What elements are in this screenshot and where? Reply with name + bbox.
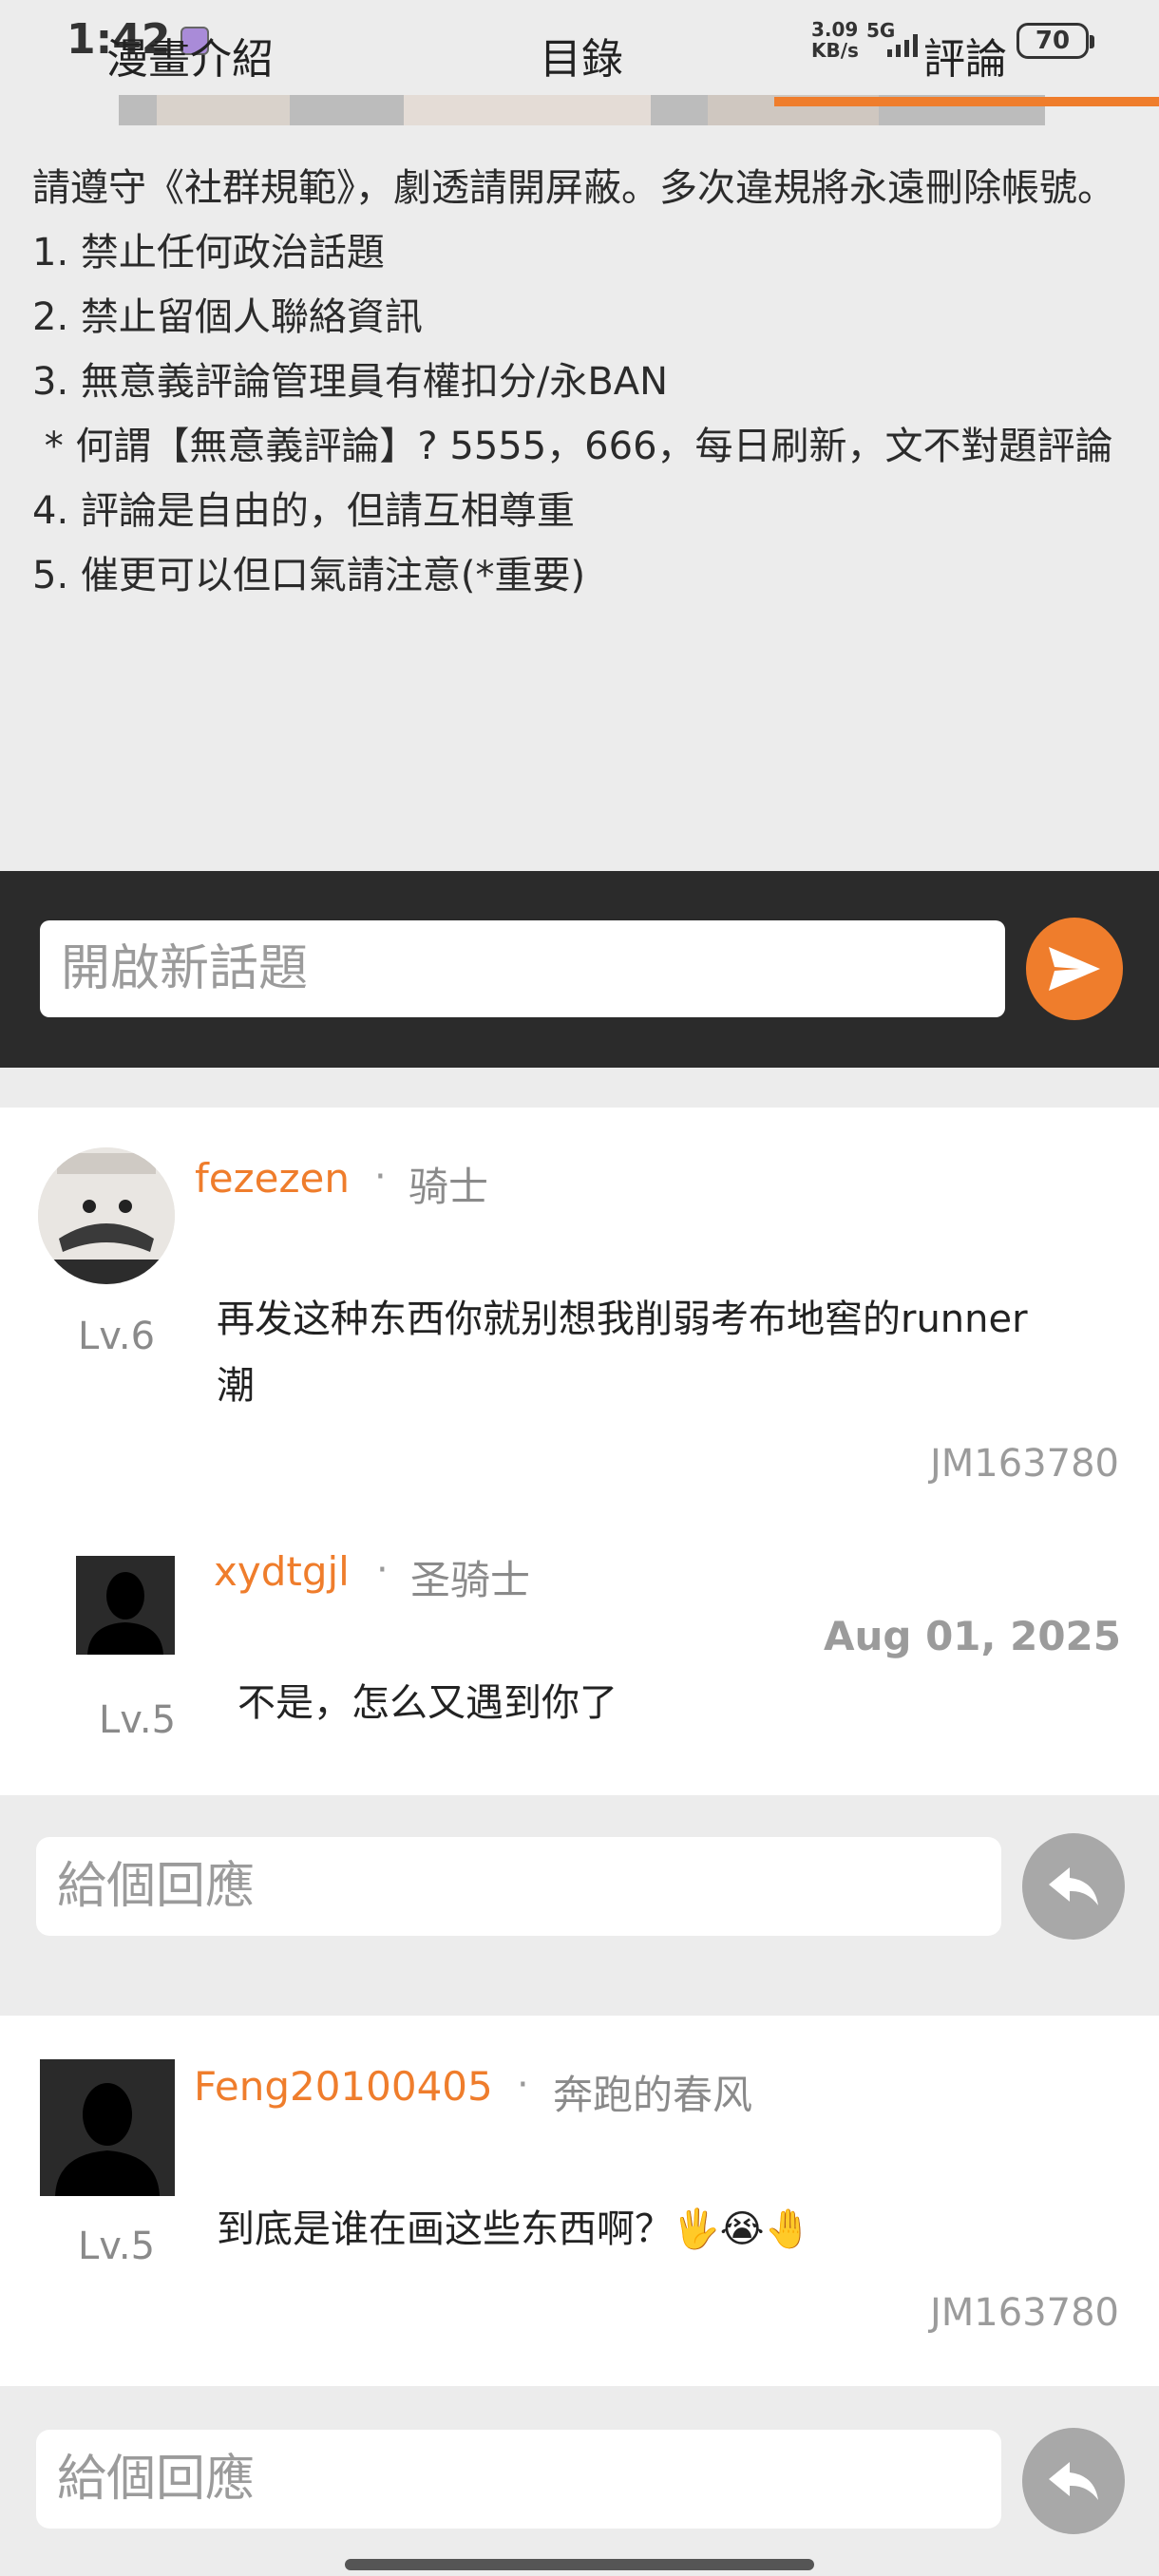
reply-user-level: Lv.5 (99, 1698, 177, 1742)
comment-card: fezezen · 骑士 Lv.6 再发这种东西你就别想我削弱考布地窖的runn… (0, 1108, 1159, 1795)
reply-button[interactable] (1022, 1833, 1125, 1940)
avatar[interactable] (40, 2059, 175, 2196)
reply-input[interactable] (36, 2430, 1001, 2529)
rule-item: 5. 催更可以但口氣請注意(*重要) (32, 554, 586, 597)
reply-date: Aug 01, 2025 (823, 1613, 1121, 1659)
tab-comic-intro[interactable]: 漫畫介紹 (106, 25, 274, 85)
tab-table-of-contents[interactable]: 目錄 (540, 25, 623, 85)
user-rank: 奔跑的春风 (553, 2072, 753, 2118)
user-avatar-icon (38, 1147, 175, 1284)
tab-comments[interactable]: 評論 (923, 25, 1007, 85)
default-avatar-icon (76, 1556, 175, 1655)
network-speed: 3.09 KB/s (811, 19, 859, 61)
speed-unit: KB/s (811, 39, 859, 62)
rule-item: 1. 禁止任何政治話題 (32, 231, 385, 275)
send-button[interactable] (1026, 918, 1123, 1020)
speed-value: 3.09 (811, 18, 859, 41)
user-rank: 骑士 (408, 1164, 489, 1210)
reply-text: 不是，怎么又遇到你了 (238, 1681, 618, 1725)
reply-input[interactable] (36, 1837, 1001, 1936)
reply-button[interactable] (1022, 2428, 1125, 2534)
rule-item: 4. 評論是自由的，但請互相尊重 (32, 489, 575, 533)
send-icon (1049, 947, 1100, 991)
signal-icon (887, 32, 918, 57)
comment-text: 再发这种东西你就别想我削弱考布地窖的runner潮 (217, 1297, 1028, 1408)
new-topic-bar (0, 871, 1159, 1068)
rule-item: 3. 無意義評論管理員有權扣分/永BAN (32, 360, 669, 404)
comic-id: JM163780 (929, 2291, 1119, 2335)
new-topic-input[interactable] (40, 920, 1005, 1017)
reply-box (0, 1795, 1159, 2016)
reply-icon (1049, 2462, 1098, 2500)
default-avatar-icon (40, 2059, 175, 2196)
active-tab-indicator (774, 97, 1159, 106)
reply-username[interactable]: xydtgjl (214, 1548, 350, 1595)
top-bar: 1:42 3.09 KB/s 5G 70 漫畫介紹 目錄 評論 (0, 0, 1159, 125)
separator-dot: · (376, 1548, 389, 1592)
user-level: Lv.6 (78, 1315, 156, 1358)
comic-id: JM163780 (929, 1442, 1119, 1486)
username[interactable]: Feng20100405 (194, 2063, 493, 2110)
avatar[interactable] (38, 1147, 175, 1284)
avatar[interactable] (76, 1556, 175, 1655)
reply-icon (1049, 1867, 1098, 1905)
user-level: Lv.5 (78, 2225, 156, 2268)
reply-user-rank: 圣骑士 (410, 1557, 531, 1603)
home-indicator[interactable] (345, 2559, 814, 2570)
separator-dot: · (374, 1155, 387, 1199)
rules-intro: 請遵守《社群規範》，劇透請開屏蔽。多次違規將永遠刪除帳號。 (32, 166, 1115, 210)
rule-item: 2. 禁止留個人聯絡資訊 (32, 295, 423, 339)
rule-note: * 何謂【無意義評論】? 5555，666，每日刷新，文不對題評論 (32, 425, 1113, 468)
reply-box (0, 2386, 1159, 2576)
community-rules: 請遵守《社群規範》，劇透請開屏蔽。多次違規將永遠刪除帳號。 1. 禁止任何政治話… (32, 156, 1134, 608)
comment-text: 到底是谁在画这些东西啊？🖐😭🤚 (217, 2207, 812, 2251)
battery-icon: 70 (1016, 23, 1094, 59)
separator-dot: · (517, 2063, 529, 2107)
comment-card: Feng20100405 · 奔跑的春风 Lv.5 到底是谁在画这些东西啊？🖐😭… (0, 2016, 1159, 2386)
username[interactable]: fezezen (195, 1155, 350, 1202)
